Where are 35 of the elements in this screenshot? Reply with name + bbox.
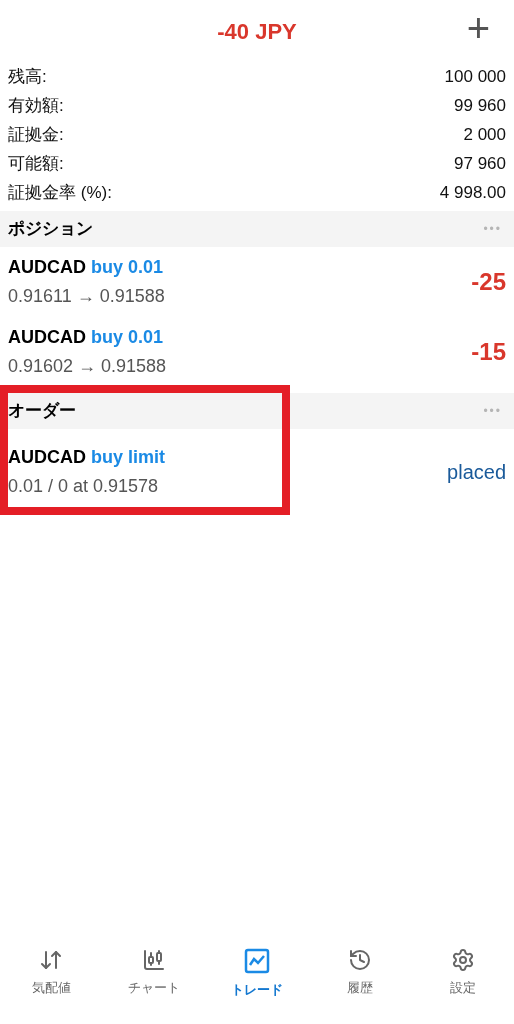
position-profit: -15 xyxy=(471,337,506,367)
tab-bar-item[interactable]: 設定 xyxy=(422,948,503,998)
order-title: AUDCAD buy limit xyxy=(8,446,166,469)
arrows-icon xyxy=(39,948,64,972)
summary-label: 残高: xyxy=(8,65,47,88)
position-profit: -25 xyxy=(471,267,506,297)
settings-icon xyxy=(450,948,475,972)
section-title: ポジション xyxy=(8,218,93,241)
position-prices: 0.91602 → 0.91588 xyxy=(8,355,167,378)
position-title: AUDCAD buy 0.01 xyxy=(8,256,165,279)
position-row[interactable]: AUDCAD buy 0.01 0.91611 → 0.91588 -25 xyxy=(0,247,514,317)
summary-label: 有効額: xyxy=(8,94,64,117)
summary-value: 4 998.00 xyxy=(439,181,506,204)
add-button[interactable]: + xyxy=(466,8,490,48)
tab-bar-item[interactable]: 気配値 xyxy=(11,948,92,998)
order-row[interactable]: AUDCAD buy limit 0.01 / 0 at 0.91578 placed xyxy=(0,429,514,515)
section-title: オーダー xyxy=(8,400,76,423)
history-icon xyxy=(347,948,372,972)
summary-label: 可能額: xyxy=(8,152,64,175)
summary-value: 2 000 xyxy=(463,123,506,146)
summary-value: 99 960 xyxy=(454,94,506,117)
tab-bar-item[interactable]: 履歴 xyxy=(319,948,400,998)
position-title: AUDCAD buy 0.01 xyxy=(8,326,165,349)
tab-bar-item[interactable]: チャート xyxy=(114,948,195,998)
tab-bar-item[interactable]: トレード xyxy=(217,948,297,1000)
summary-label: 証拠金率 (%): xyxy=(8,181,112,204)
order-details: 0.01 / 0 at 0.91578 xyxy=(8,475,160,498)
summary-value: 97 960 xyxy=(454,152,506,175)
summary-value: 100 000 xyxy=(444,65,506,88)
profit-title: -40 JPY xyxy=(217,17,297,46)
candlestick-icon xyxy=(142,948,167,972)
summary-label: 証拠金: xyxy=(8,123,64,146)
position-row[interactable]: AUDCAD buy 0.01 0.91602 → 0.91588 -15 xyxy=(0,317,514,387)
order-status: placed xyxy=(447,460,506,485)
position-prices: 0.91611 → 0.91588 xyxy=(8,285,165,308)
